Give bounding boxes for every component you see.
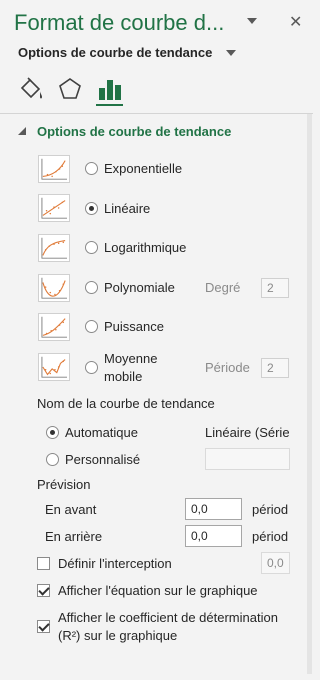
label-power: Puissance (104, 319, 164, 334)
linear-thumb-icon (38, 194, 70, 222)
period-stepper[interactable]: 2 (261, 358, 289, 378)
label-linear: Linéaire (104, 201, 151, 216)
options-dropdown[interactable]: Options de courbe de tendance (18, 45, 212, 60)
label-moving-average-line2: mobile (104, 369, 143, 384)
label-logarithmic: Logarithmique (104, 240, 187, 255)
radio-name-custom[interactable] (46, 453, 59, 466)
radio-name-automatic[interactable] (46, 426, 59, 439)
show-r2-checkbox[interactable] (37, 620, 50, 633)
label-name-automatic: Automatique (65, 425, 138, 440)
show-r2-label-line1: Afficher le coefficient de détermination (58, 610, 278, 625)
logarithmic-thumb-icon (38, 234, 70, 262)
custom-name-input[interactable] (205, 448, 290, 470)
moving-average-thumb-icon (38, 353, 70, 381)
close-icon[interactable]: ✕ (289, 12, 302, 32)
forecast-heading: Prévision (37, 477, 91, 492)
forward-unit: périod (252, 502, 289, 517)
scrollbar[interactable] (307, 114, 312, 674)
forward-input[interactable]: 0,0 (185, 498, 242, 520)
bar-chart-icon[interactable] (97, 76, 123, 102)
collapse-arrow-icon[interactable] (18, 127, 26, 135)
paint-bucket-icon[interactable] (18, 76, 44, 102)
divider (0, 113, 313, 114)
pane-title: Format de courbe d... (14, 10, 225, 35)
section-title[interactable]: Options de courbe de tendance (37, 124, 231, 139)
backward-unit: périod (252, 529, 289, 544)
radio-power[interactable] (85, 320, 98, 333)
show-equation-checkbox[interactable] (37, 584, 50, 597)
trendline-name-heading: Nom de la courbe de tendance (37, 396, 215, 411)
label-exponential: Exponentielle (104, 161, 183, 176)
intercept-checkbox[interactable] (37, 557, 50, 570)
backward-label: En arrière (45, 529, 103, 544)
show-r2-label-line2: (R²) sur le graphique (58, 628, 178, 643)
chevron-down-icon[interactable] (226, 50, 236, 57)
pane-options-chevron-icon[interactable] (246, 16, 258, 26)
intercept-label: Définir l'interception (58, 556, 172, 571)
degree-label: Degré (205, 280, 241, 295)
power-thumb-icon (38, 313, 70, 341)
radio-polynomial[interactable] (85, 281, 98, 294)
radio-linear[interactable] (85, 202, 98, 215)
period-label: Période (205, 360, 250, 375)
pentagon-icon[interactable] (57, 76, 83, 102)
intercept-input[interactable]: 0,0 (261, 552, 290, 574)
show-equation-label: Afficher l'équation sur le graphique (58, 583, 258, 598)
auto-name-value: Linéaire (Série (205, 425, 290, 440)
degree-stepper[interactable]: 2 (261, 278, 289, 298)
label-name-custom: Personnalisé (65, 452, 141, 467)
radio-logarithmic[interactable] (85, 241, 98, 254)
radio-exponential[interactable] (85, 162, 98, 175)
radio-moving-average[interactable] (85, 361, 98, 374)
active-tab-indicator (96, 104, 123, 106)
polynomial-thumb-icon (38, 274, 70, 302)
exponential-thumb-icon (38, 155, 70, 183)
forward-label: En avant (45, 502, 97, 517)
label-polynomial: Polynomiale (104, 280, 175, 295)
backward-input[interactable]: 0,0 (185, 525, 242, 547)
label-moving-average-line1: Moyenne (104, 351, 158, 366)
